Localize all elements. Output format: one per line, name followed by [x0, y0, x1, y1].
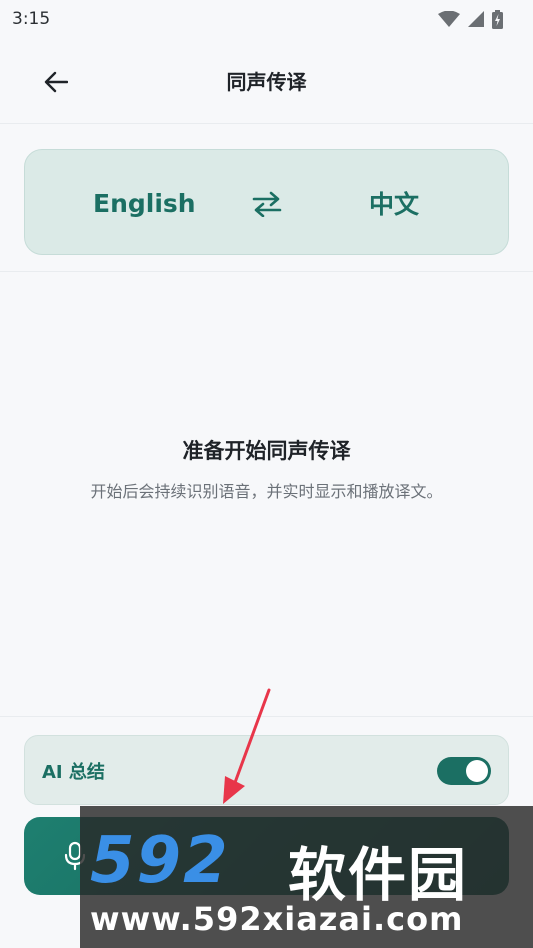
status-time: 3:15 — [12, 9, 51, 29]
watermark-logo-number: 592 — [90, 824, 230, 898]
empty-state-description: 开始后会持续识别语音，并实时显示和播放译文。 — [90, 482, 443, 501]
signal-icon — [468, 11, 484, 27]
watermark: 592 软件园 www.592xiazai.com — [80, 806, 533, 948]
battery-charging-icon — [492, 9, 503, 29]
status-bar: 3:15 — [0, 0, 533, 38]
app-bar: 同声传译 — [0, 38, 533, 124]
status-icons — [438, 9, 503, 29]
watermark-url: www.592xiazai.com — [90, 900, 464, 938]
wifi-icon — [438, 11, 460, 27]
toggle-knob — [466, 760, 488, 782]
back-button[interactable] — [38, 64, 74, 100]
target-language-button[interactable]: 中文 — [369, 150, 419, 256]
section-divider — [0, 271, 533, 272]
swap-horizontal-icon — [252, 191, 282, 217]
language-selector: English 中文 — [24, 149, 509, 255]
source-language-button[interactable]: English — [93, 150, 196, 256]
empty-state-title: 准备开始同声传译 — [182, 439, 351, 463]
swap-languages-button[interactable] — [249, 186, 285, 222]
arrow-left-icon — [44, 71, 68, 93]
annotation-arrow — [223, 688, 271, 804]
page-title: 同声传译 — [226, 70, 307, 94]
ai-summary-label: AI 总结 — [42, 762, 105, 783]
ai-summary-toggle[interactable] — [437, 757, 491, 785]
